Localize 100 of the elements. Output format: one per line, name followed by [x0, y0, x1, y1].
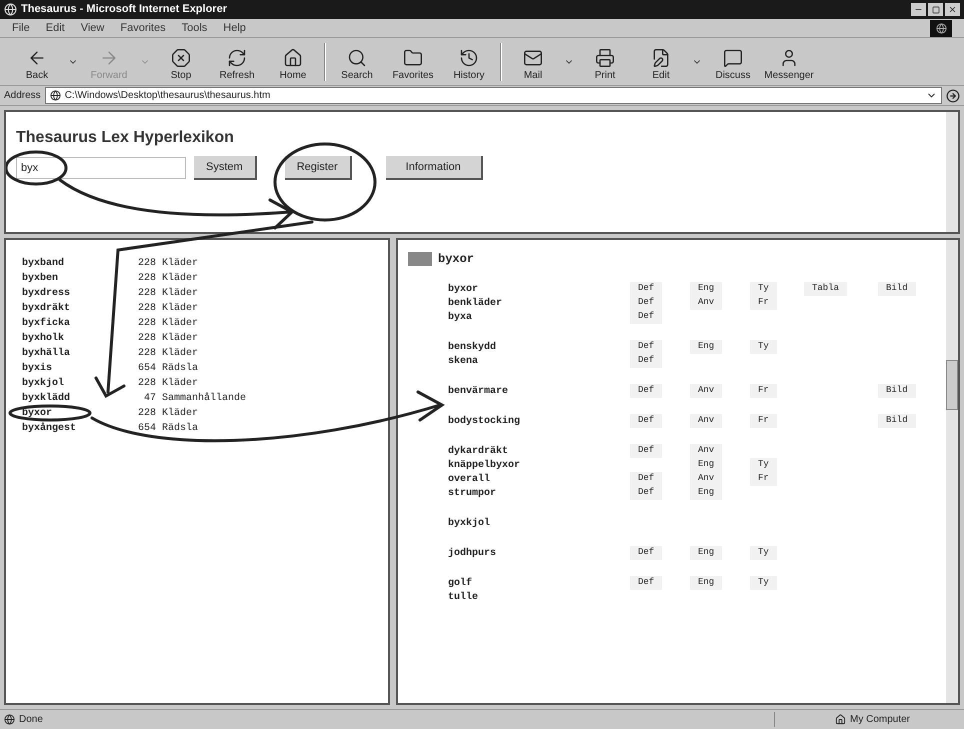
- word-link[interactable]: byxholk: [22, 331, 132, 346]
- link-tile[interactable]: Def: [630, 486, 662, 500]
- category-link[interactable]: Kläder: [162, 316, 198, 331]
- link-tile[interactable]: Bild: [878, 414, 916, 428]
- link-tile[interactable]: Eng: [690, 486, 722, 500]
- entry-word[interactable]: byxkjol: [448, 516, 630, 530]
- link-tile[interactable]: Bild: [878, 282, 916, 296]
- toolbar-button[interactable]: Search: [332, 40, 382, 82]
- address-field[interactable]: C:\Windows\Desktop\thesaurus\thesaurus.htm: [44, 87, 942, 104]
- link-tile[interactable]: Anv: [690, 296, 722, 310]
- link-tile[interactable]: Eng: [690, 546, 722, 560]
- link-tile[interactable]: Eng: [690, 282, 722, 296]
- word-link[interactable]: byxben: [22, 271, 132, 286]
- word-link[interactable]: byxångest: [22, 421, 132, 436]
- entry-word[interactable]: skena: [448, 354, 630, 368]
- link-tile[interactable]: Eng: [690, 576, 722, 590]
- link-tile[interactable]: Ty: [750, 282, 777, 296]
- close-button[interactable]: [945, 3, 960, 16]
- entry-word[interactable]: golf: [448, 576, 630, 590]
- link-tile[interactable]: Fr: [750, 414, 777, 428]
- word-link[interactable]: byxband: [22, 256, 132, 271]
- entry-word[interactable]: overall: [448, 472, 630, 486]
- toolbar-button[interactable]: Back: [12, 40, 62, 82]
- category-link[interactable]: Kläder: [162, 271, 198, 286]
- word-link[interactable]: byxdräkt: [22, 301, 132, 316]
- minimize-button[interactable]: [911, 3, 926, 16]
- link-tile[interactable]: Def: [630, 296, 662, 310]
- link-tile[interactable]: Bild: [878, 384, 916, 398]
- link-tile[interactable]: Anv: [690, 444, 722, 458]
- entry-word[interactable]: benskydd: [448, 340, 630, 354]
- link-tile[interactable]: Anv: [690, 472, 722, 486]
- link-tile[interactable]: Def: [630, 282, 662, 296]
- word-link[interactable]: byxis: [22, 361, 132, 376]
- word-link[interactable]: byxdress: [22, 286, 132, 301]
- menu-item[interactable]: File: [12, 20, 30, 36]
- link-tile[interactable]: Def: [630, 384, 662, 398]
- link-tile[interactable]: Def: [630, 354, 662, 368]
- link-tile[interactable]: Tabla: [804, 282, 848, 296]
- link-tile[interactable]: Anv: [690, 414, 722, 428]
- toolbar-button[interactable]: History: [444, 40, 494, 82]
- nav-button[interactable]: Information: [386, 156, 483, 180]
- link-tile[interactable]: Def: [630, 444, 662, 458]
- link-tile[interactable]: Anv: [690, 384, 722, 398]
- toolbar-button[interactable]: Favorites: [388, 40, 438, 82]
- category-link[interactable]: Rädsla: [162, 421, 198, 436]
- entry-word[interactable]: benvärmare: [448, 384, 630, 398]
- entry-word[interactable]: tulle: [448, 590, 630, 604]
- entry-word[interactable]: dykardräkt: [448, 444, 630, 458]
- link-tile[interactable]: Def: [630, 546, 662, 560]
- menu-item[interactable]: Edit: [46, 20, 65, 36]
- link-tile[interactable]: Ty: [750, 340, 777, 354]
- category-link[interactable]: Sammanhållande: [162, 391, 246, 406]
- link-tile[interactable]: Ty: [750, 458, 777, 472]
- menu-item[interactable]: View: [80, 20, 104, 36]
- scrollbar[interactable]: [946, 112, 958, 232]
- maximize-button[interactable]: [928, 3, 943, 16]
- word-link[interactable]: byxhälla: [22, 346, 132, 361]
- entry-word[interactable]: byxor: [448, 282, 630, 296]
- toolbar-button[interactable]: Edit: [636, 40, 686, 82]
- link-tile[interactable]: Fr: [750, 472, 777, 486]
- link-tile[interactable]: Fr: [750, 384, 777, 398]
- link-tile[interactable]: Ty: [750, 546, 777, 560]
- toolbar-button[interactable]: Print: [580, 40, 630, 82]
- entry-word[interactable]: strumpor: [448, 486, 630, 500]
- link-tile[interactable]: Eng: [690, 458, 722, 472]
- menu-item[interactable]: Favorites: [120, 20, 166, 36]
- word-link[interactable]: byxklädd: [22, 391, 132, 406]
- category-link[interactable]: Kläder: [162, 346, 198, 361]
- entry-word[interactable]: jodhpurs: [448, 546, 630, 560]
- toolbar-button[interactable]: Refresh: [212, 40, 262, 82]
- search-field[interactable]: byx: [16, 157, 186, 179]
- category-link[interactable]: Kläder: [162, 331, 198, 346]
- category-link[interactable]: Kläder: [162, 376, 198, 391]
- menu-item[interactable]: Tools: [182, 20, 208, 36]
- entry-word[interactable]: byxa: [448, 310, 630, 324]
- link-tile[interactable]: Def: [630, 310, 662, 324]
- toolbar-button[interactable]: Stop: [156, 40, 206, 82]
- toolbar-button[interactable]: Discuss: [708, 40, 758, 82]
- menu-item[interactable]: Help: [223, 20, 246, 36]
- link-tile[interactable]: Def: [630, 472, 662, 486]
- link-tile[interactable]: Ty: [750, 576, 777, 590]
- link-tile[interactable]: Eng: [690, 340, 722, 354]
- go-icon[interactable]: [946, 88, 960, 102]
- category-link[interactable]: Kläder: [162, 301, 198, 316]
- link-tile[interactable]: Def: [630, 414, 662, 428]
- nav-button[interactable]: Register: [284, 156, 352, 180]
- word-link[interactable]: byxficka: [22, 316, 132, 331]
- word-link[interactable]: byxor: [22, 406, 132, 421]
- word-link[interactable]: byxkjol: [22, 376, 132, 391]
- entry-word[interactable]: benkläder: [448, 296, 630, 310]
- category-link[interactable]: Kläder: [162, 406, 198, 421]
- link-tile[interactable]: Fr: [750, 296, 777, 310]
- category-link[interactable]: Kläder: [162, 286, 198, 301]
- scrollbar-thumb[interactable]: [946, 360, 958, 410]
- category-link[interactable]: Kläder: [162, 256, 198, 271]
- entry-word[interactable]: bodystocking: [448, 414, 630, 428]
- toolbar-button[interactable]: Mail: [508, 40, 558, 82]
- toolbar-button[interactable]: Messenger: [764, 40, 814, 82]
- toolbar-button[interactable]: Home: [268, 40, 318, 82]
- category-link[interactable]: Rädsla: [162, 361, 198, 376]
